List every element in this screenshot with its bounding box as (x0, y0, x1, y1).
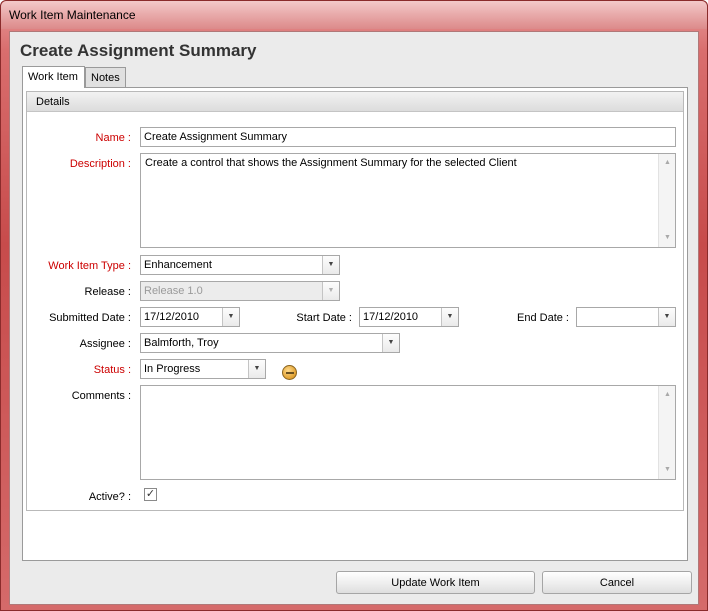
active-checkbox[interactable]: ✓ (144, 488, 157, 501)
status-value: In Progress (144, 363, 201, 375)
submitted-date-value: 17/12/2010 (144, 311, 200, 323)
name-input[interactable]: Create Assignment Summary (140, 127, 676, 147)
chevron-down-icon[interactable]: ▼ (441, 308, 458, 326)
active-label: Active? : (88, 491, 131, 503)
end-date-picker[interactable]: ▼ (576, 307, 676, 327)
update-work-item-button[interactable]: Update Work Item (336, 571, 535, 594)
release-value: Release 1.0 (144, 285, 203, 297)
comments-textarea[interactable]: ▲ ▼ (140, 385, 676, 480)
comments-scrollbar[interactable]: ▲ ▼ (658, 386, 675, 479)
in-progress-status-icon (282, 365, 297, 380)
cancel-button[interactable]: Cancel (542, 571, 692, 594)
assignee-select[interactable]: Balmforth, Troy ▼ (140, 333, 400, 353)
details-group-header: Details (27, 92, 683, 112)
start-date-label: Start Date : (296, 312, 352, 324)
name-label: Name : (95, 132, 131, 144)
submitted-date-picker[interactable]: 17/12/2010 ▼ (140, 307, 240, 327)
comments-label: Comments : (71, 390, 131, 402)
chevron-down-icon: ▼ (322, 282, 339, 300)
checkmark-icon: ✓ (145, 488, 156, 500)
status-select[interactable]: In Progress ▼ (140, 359, 266, 379)
scroll-down-icon[interactable]: ▼ (664, 466, 671, 474)
scroll-up-icon[interactable]: ▲ (664, 159, 671, 167)
description-scrollbar[interactable]: ▲ ▼ (658, 154, 675, 247)
chevron-down-icon[interactable]: ▼ (248, 360, 265, 378)
work-item-type-select[interactable]: Enhancement ▼ (140, 255, 340, 275)
start-date-picker[interactable]: 17/12/2010 ▼ (359, 307, 459, 327)
assignee-value: Balmforth, Troy (144, 337, 219, 349)
work-item-type-value: Enhancement (144, 259, 212, 271)
window-title: Work Item Maintenance (9, 8, 136, 22)
page-title: Create Assignment Summary (20, 41, 257, 60)
chevron-down-icon[interactable]: ▼ (322, 256, 339, 274)
title-bar[interactable]: Work Item Maintenance (1, 1, 707, 29)
chevron-down-icon[interactable]: ▼ (222, 308, 239, 326)
scroll-up-icon[interactable]: ▲ (664, 391, 671, 399)
tab-notes[interactable]: Notes (85, 67, 126, 88)
release-label: Release : (84, 286, 131, 298)
description-textarea[interactable]: Create a control that shows the Assignme… (140, 153, 676, 248)
end-date-label: End Date : (517, 312, 569, 324)
start-date-value: 17/12/2010 (363, 311, 419, 323)
chevron-down-icon[interactable]: ▼ (658, 308, 675, 326)
status-label: Status : (93, 364, 131, 376)
assignee-label: Assignee : (79, 338, 131, 350)
work-item-type-label: Work Item Type : (48, 260, 131, 272)
release-select: Release 1.0 ▼ (140, 281, 340, 301)
description-text: Create a control that shows the Assignme… (145, 157, 517, 169)
scroll-down-icon[interactable]: ▼ (664, 234, 671, 242)
chevron-down-icon[interactable]: ▼ (382, 334, 399, 352)
details-group: Details Name : Create Assignment Summary… (26, 91, 684, 511)
submitted-date-label: Submitted Date : (49, 312, 131, 324)
description-label: Description : (69, 158, 131, 170)
dialog-body: Create Assignment Summary Work Item Note… (9, 31, 699, 605)
tab-work-item[interactable]: Work Item (22, 66, 85, 88)
window-frame: Work Item Maintenance Create Assignment … (0, 0, 708, 611)
tab-panel-work-item: Details Name : Create Assignment Summary… (22, 87, 688, 561)
